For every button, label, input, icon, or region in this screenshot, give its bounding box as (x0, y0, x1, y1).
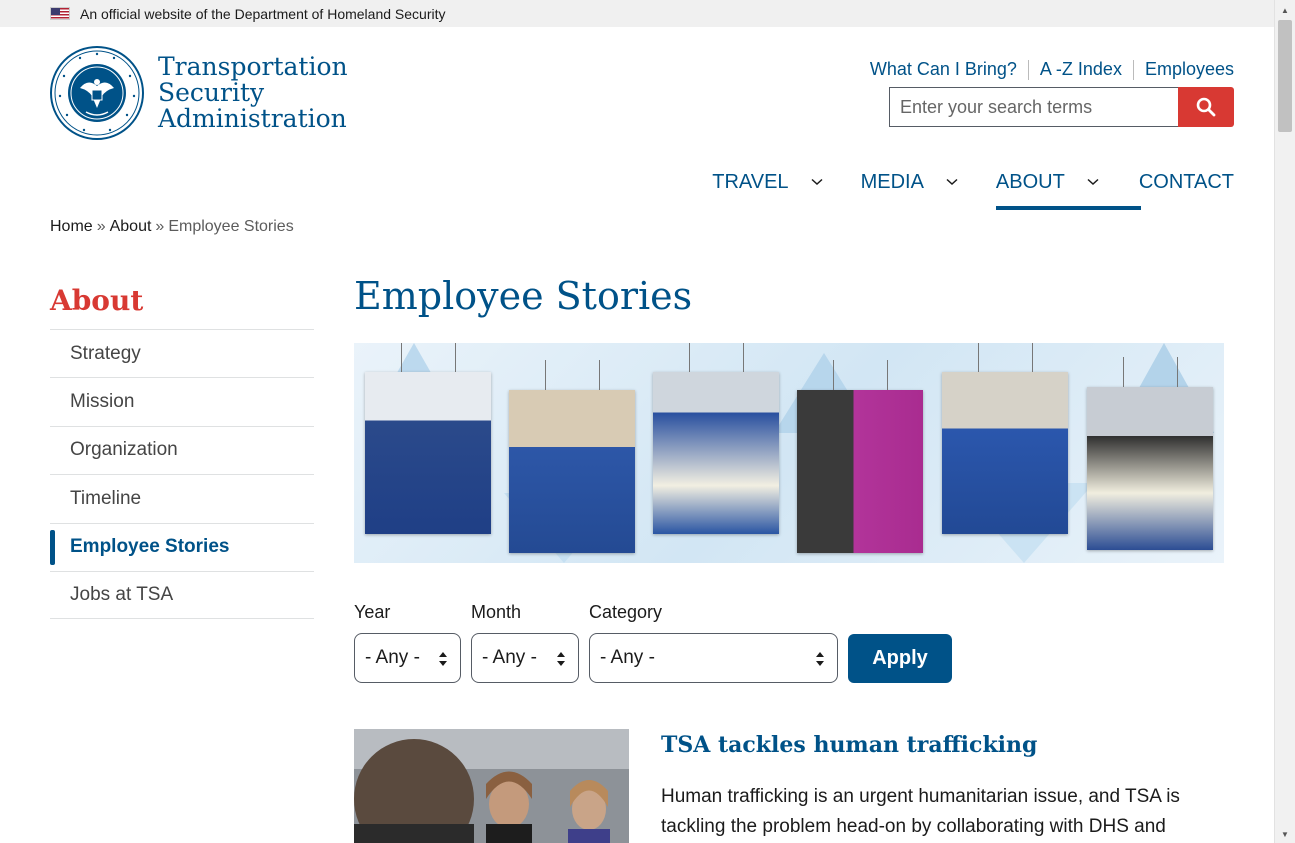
story-summary: Human trafficking is an urgent humanitar… (661, 782, 1221, 842)
scroll-up-arrow-icon[interactable]: ▲ (1281, 6, 1289, 15)
month-select[interactable]: - Any - (471, 633, 579, 683)
employee-stories-banner-image (354, 343, 1224, 563)
sidebar-title: About (50, 284, 144, 317)
breadcrumb-separator: » (155, 218, 165, 235)
sidebar-item-timeline[interactable]: Timeline (50, 474, 314, 522)
select-arrows-icon (439, 652, 447, 666)
year-select[interactable]: - Any - (354, 633, 461, 683)
breadcrumb-current: Employee Stories (168, 218, 294, 235)
chevron-down-icon[interactable] (811, 178, 823, 186)
nav-travel[interactable]: TRAVEL (712, 168, 860, 196)
frame-wire (599, 360, 600, 390)
story-thumbnail-image[interactable] (354, 729, 629, 843)
nav-media[interactable]: MEDIA (861, 168, 996, 196)
nav-about[interactable]: ABOUT (995, 168, 1141, 210)
scrollbar[interactable]: ▲ ▼ (1274, 0, 1295, 843)
story-summary-line-2: tackling the problem head-on by collabor… (661, 816, 1166, 837)
utility-separator (1132, 59, 1134, 80)
year-filter-label: Year (354, 602, 391, 622)
breadcrumb-about[interactable]: About (110, 218, 152, 235)
breadcrumb: Home» About» Employee Stories (50, 218, 294, 236)
story-photo (354, 729, 629, 843)
chevron-down-icon[interactable] (946, 178, 958, 186)
gov-banner: An official website of the Department of… (0, 0, 1274, 27)
select-arrows-icon (816, 652, 824, 666)
frame-wire (689, 343, 690, 372)
nav-media-label: MEDIA (860, 170, 924, 193)
sidebar-item-organization[interactable]: Organization (50, 425, 314, 474)
frame-wire (455, 343, 456, 372)
frame-wire (401, 343, 402, 372)
apply-button[interactable]: Apply (848, 634, 952, 683)
chevron-down-icon[interactable] (1087, 178, 1099, 186)
story-summary-line-1: Human trafficking is an urgent humanitar… (661, 786, 1180, 807)
scroll-thumb[interactable] (1278, 20, 1292, 132)
frame-wire (833, 360, 834, 390)
sidebar-item-employee-stories[interactable]: Employee Stories (50, 522, 314, 571)
banner-photo-frame (942, 343, 1068, 534)
page-title: Employee Stories (354, 274, 693, 318)
nav-contact-label: CONTACT (1138, 170, 1234, 193)
search-button[interactable] (1178, 87, 1234, 127)
sidebar-item-strategy[interactable]: Strategy (50, 329, 314, 377)
frame-wire (545, 360, 546, 390)
frame-wire (1177, 357, 1178, 387)
banner-photo-frame (797, 360, 923, 553)
gov-banner-text: An official website of the Department of… (80, 5, 446, 22)
us-flag-icon (50, 7, 70, 20)
category-select-value: - Any - (600, 647, 655, 668)
banner-photo-frame (365, 343, 491, 534)
sidebar-item-mission[interactable]: Mission (50, 377, 314, 425)
banner-photo-frame (653, 343, 779, 534)
category-select[interactable]: - Any - (589, 633, 838, 683)
nav-contact[interactable]: CONTACT (1139, 168, 1234, 196)
frame-wire (743, 343, 744, 372)
search-icon (1196, 97, 1216, 117)
main-nav: TRAVEL MEDIA ABOUT CONTACT (712, 168, 1234, 210)
utility-nav: What Can I Bring? A -Z Index Employees (870, 59, 1234, 80)
breadcrumb-home[interactable]: Home (50, 218, 93, 235)
month-select-value: - Any - (482, 647, 537, 668)
logo-line-2: Security (158, 78, 265, 107)
what-can-i-bring-link[interactable]: What Can I Bring? (870, 59, 1017, 80)
a-z-index-link[interactable]: A -Z Index (1040, 59, 1122, 80)
frame-wire (978, 343, 979, 372)
category-filter-label: Category (589, 602, 663, 622)
nav-travel-label: TRAVEL (712, 170, 789, 193)
nav-about-label: ABOUT (995, 170, 1065, 193)
logo-line-1: Transportation (158, 52, 348, 81)
search-input[interactable] (889, 87, 1178, 127)
frame-wire (1032, 343, 1033, 372)
sidebar-nav: Strategy Mission Organization Timeline E… (50, 329, 314, 620)
frame-wire (887, 360, 888, 390)
tsa-wordmark: Transportation Security Administration (158, 54, 348, 132)
month-filter-label: Month (471, 602, 522, 622)
dhs-seal-icon (50, 46, 144, 140)
frame-wire (1123, 357, 1124, 387)
story-title-link[interactable]: TSA tackles human trafficking (661, 732, 1037, 758)
sidebar-item-jobs-at-tsa[interactable]: Jobs at TSA (50, 570, 314, 620)
utility-separator (1027, 59, 1029, 80)
logo-line-3: Administration (158, 104, 347, 133)
tsa-logo[interactable]: Transportation Security Administration (50, 46, 348, 140)
select-arrows-icon (557, 652, 565, 666)
scroll-down-arrow-icon[interactable]: ▼ (1281, 830, 1289, 839)
employees-link[interactable]: Employees (1145, 59, 1234, 80)
year-select-value: - Any - (365, 647, 420, 668)
search-form (889, 87, 1234, 127)
banner-photo-frame (509, 360, 635, 553)
banner-photo-frame (1087, 357, 1213, 550)
breadcrumb-separator: » (96, 218, 106, 235)
